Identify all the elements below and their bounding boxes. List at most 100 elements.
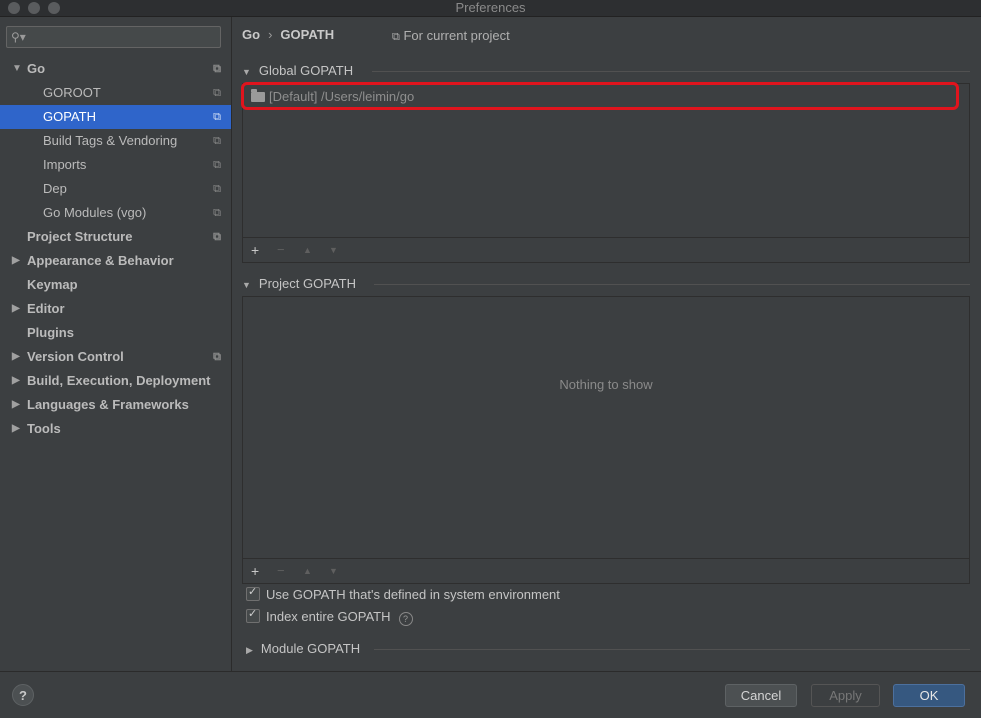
collapsed-arrow-icon[interactable]: ▶ bbox=[12, 417, 20, 441]
project-gopath-toolbar: + − ▲ ▼ bbox=[243, 558, 969, 583]
copy-icon: ⧉ bbox=[213, 87, 221, 99]
sidebar-item-tools[interactable]: ▶ Tools bbox=[0, 417, 231, 441]
add-icon[interactable]: + bbox=[251, 559, 259, 583]
sidebar-item-go-modules-vgo[interactable]: Go Modules (vgo) ⧉ bbox=[0, 201, 231, 225]
collapsed-arrow-icon[interactable]: ▶ bbox=[12, 297, 20, 321]
scope-indicator: ⧉ For current project bbox=[392, 28, 510, 44]
sidebar-item-label: Editor bbox=[27, 301, 65, 316]
sidebar-item-label: Dep bbox=[43, 181, 67, 196]
global-gopath-header[interactable]: ▼ Global GOPATH bbox=[242, 63, 353, 78]
sidebar-item-gopath[interactable]: GOPATH ⧉ bbox=[0, 105, 231, 129]
copy-icon: ⧉ bbox=[213, 159, 221, 171]
global-gopath-toolbar: + − ▲ ▼ bbox=[243, 237, 969, 262]
global-gopath-list: [Default] /Users/leimin/go + − ▲ ▼ bbox=[241, 82, 970, 263]
sidebar-item-label: Version Control bbox=[27, 349, 124, 364]
collapse-triangle-icon: ▼ bbox=[242, 280, 251, 290]
checkbox[interactable]: ✓ bbox=[246, 608, 260, 623]
remove-icon[interactable]: − bbox=[277, 559, 285, 583]
window-title: Preferences bbox=[455, 0, 526, 15]
zoom-window-button[interactable] bbox=[48, 2, 60, 14]
empty-list-text: Nothing to show bbox=[559, 377, 653, 392]
annotation-highlight-box bbox=[241, 82, 959, 110]
sidebar-item-build-tags-vendoring[interactable]: Build Tags & Vendoring ⧉ bbox=[0, 129, 231, 153]
section-divider bbox=[372, 71, 970, 72]
move-up-icon[interactable]: ▲ bbox=[303, 238, 312, 262]
collapse-triangle-icon: ▼ bbox=[242, 67, 251, 77]
sidebar-item-imports[interactable]: Imports ⧉ bbox=[0, 153, 231, 177]
sidebar-item-label: Go Modules (vgo) bbox=[43, 205, 147, 220]
ok-button[interactable]: OK bbox=[893, 684, 965, 707]
expanded-arrow-icon[interactable]: ▼ bbox=[12, 57, 22, 81]
collapsed-arrow-icon[interactable]: ▶ bbox=[12, 345, 20, 369]
sidebar-item-goroot[interactable]: GOROOT ⧉ bbox=[0, 81, 231, 105]
help-button[interactable]: ? bbox=[12, 684, 34, 706]
collapsed-arrow-icon[interactable]: ▶ bbox=[12, 249, 20, 273]
copy-icon: ⧉ bbox=[213, 183, 221, 195]
move-down-icon[interactable]: ▼ bbox=[329, 238, 338, 262]
checkbox[interactable]: ✓ bbox=[246, 586, 260, 601]
copy-icon: ⧉ bbox=[213, 63, 221, 75]
section-divider bbox=[374, 649, 970, 650]
cancel-button[interactable]: Cancel bbox=[725, 684, 797, 707]
copy-icon: ⧉ bbox=[213, 231, 221, 243]
search-icon: ⚲▾ bbox=[11, 30, 26, 44]
sidebar-item-project-structure[interactable]: Project Structure ⧉ bbox=[0, 225, 231, 249]
project-gopath-list: Nothing to show + − ▲ ▼ bbox=[242, 296, 970, 584]
use-system-gopath-checkbox[interactable]: ✓ Use GOPATH that's defined in system env… bbox=[246, 586, 560, 602]
remove-icon[interactable]: − bbox=[277, 238, 285, 262]
minimize-window-button[interactable] bbox=[28, 2, 40, 14]
index-entire-gopath-label: Index entire GOPATH bbox=[266, 609, 391, 624]
sidebar-item-appearance-behavior[interactable]: ▶ Appearance & Behavior bbox=[0, 249, 231, 273]
sidebar-item-label: GOROOT bbox=[43, 85, 101, 100]
sidebar-item-label: Languages & Frameworks bbox=[27, 397, 189, 412]
move-down-icon[interactable]: ▼ bbox=[329, 559, 338, 583]
window-titlebar: Preferences bbox=[0, 0, 981, 17]
check-icon: ✓ bbox=[248, 586, 258, 598]
sidebar-item-build-execution-deployment[interactable]: ▶ Build, Execution, Deployment bbox=[0, 369, 231, 393]
check-icon: ✓ bbox=[248, 608, 258, 620]
sidebar-item-label: Project Structure bbox=[27, 229, 133, 244]
settings-tree: ▼ Go ⧉ GOROOT ⧉ GOPATH ⧉ Build Tags & Vendoring… bbox=[0, 57, 231, 441]
close-window-button[interactable] bbox=[8, 2, 20, 14]
dialog-footer: ? Cancel Apply OK bbox=[0, 671, 981, 718]
index-entire-gopath-checkbox[interactable]: ✓ Index entire GOPATH? bbox=[246, 608, 413, 626]
breadcrumb-separator-icon: › bbox=[268, 27, 273, 42]
project-gopath-title: Project GOPATH bbox=[258, 276, 356, 291]
settings-sidebar: ⚲▾ ▼ Go ⧉ GOROOT ⧉ GOPATH ⧉ Build Tags & Vendor… bbox=[0, 17, 232, 671]
sidebar-item-label: Appearance & Behavior bbox=[27, 253, 174, 268]
settings-content: Go › GOPATH ⧉ For current project ▼ Global … bbox=[232, 17, 981, 671]
section-divider bbox=[374, 284, 970, 285]
move-up-icon[interactable]: ▲ bbox=[303, 559, 312, 583]
collapsed-arrow-icon[interactable]: ▶ bbox=[12, 393, 20, 417]
apply-button[interactable]: Apply bbox=[811, 684, 880, 707]
sidebar-item-plugins[interactable]: Plugins bbox=[0, 321, 231, 345]
sidebar-item-label: Plugins bbox=[27, 325, 74, 340]
collapsed-arrow-icon[interactable]: ▶ bbox=[12, 369, 20, 393]
sidebar-item-label: Go bbox=[27, 61, 46, 76]
sidebar-item-label: Build, Execution, Deployment bbox=[27, 373, 211, 388]
breadcrumb-root: Go bbox=[242, 27, 261, 42]
breadcrumb-leaf: GOPATH bbox=[280, 27, 335, 42]
copy-icon: ⧉ bbox=[392, 31, 400, 43]
sidebar-item-go[interactable]: ▼ Go ⧉ bbox=[0, 57, 231, 81]
sidebar-item-label: Tools bbox=[27, 421, 61, 436]
expand-triangle-icon: ▶ bbox=[246, 645, 253, 655]
global-gopath-title: Global GOPATH bbox=[258, 63, 354, 78]
sidebar-item-version-control[interactable]: ▶ Version Control ⧉ bbox=[0, 345, 231, 369]
sidebar-item-dep[interactable]: Dep ⧉ bbox=[0, 177, 231, 201]
sidebar-item-label: Build Tags & Vendoring bbox=[43, 133, 178, 148]
scope-label: For current project bbox=[403, 28, 510, 43]
use-system-gopath-label: Use GOPATH that's defined in system envi… bbox=[266, 587, 560, 602]
sidebar-item-editor[interactable]: ▶ Editor bbox=[0, 297, 231, 321]
help-icon[interactable]: ? bbox=[398, 612, 413, 626]
copy-icon: ⧉ bbox=[213, 207, 221, 219]
project-gopath-header[interactable]: ▼ Project GOPATH bbox=[242, 276, 356, 291]
sidebar-item-keymap[interactable]: Keymap bbox=[0, 273, 231, 297]
breadcrumb: Go › GOPATH bbox=[242, 27, 334, 42]
sidebar-item-label: GOPATH bbox=[43, 109, 96, 124]
settings-search-input[interactable]: ⚲▾ bbox=[6, 26, 221, 48]
module-gopath-header[interactable]: ▶ Module GOPATH bbox=[246, 641, 360, 656]
add-icon[interactable]: + bbox=[251, 238, 259, 262]
sidebar-item-label: Keymap bbox=[27, 277, 78, 292]
sidebar-item-languages-frameworks[interactable]: ▶ Languages & Frameworks bbox=[0, 393, 231, 417]
